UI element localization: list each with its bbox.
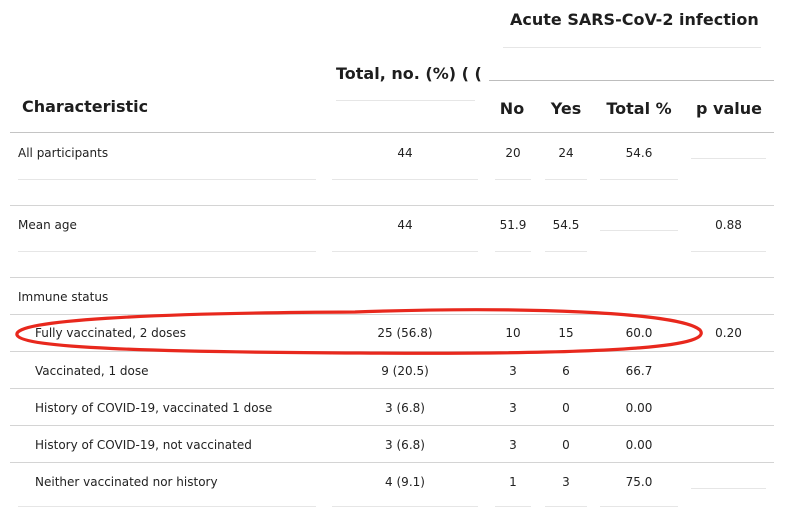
section-label: Immune status [18, 290, 109, 304]
group-header-title: Acute SARS-CoV-2 infection [510, 10, 759, 29]
cell-total: 4 (9.1) [385, 475, 425, 489]
field-underline [18, 179, 316, 180]
cell-yes: 3 [562, 475, 570, 489]
cell-yes: 24 [558, 146, 574, 160]
field-underline [691, 488, 766, 489]
group-header-underline [503, 47, 761, 48]
field-underline [600, 230, 678, 231]
yes-column-header: Yes [550, 99, 582, 118]
cell-total-pct: 0.00 [625, 438, 653, 452]
cell-no: 3 [509, 401, 517, 415]
row-label: History of COVID-19, not vaccinated [35, 438, 252, 452]
cell-p-value: 0.20 [715, 326, 742, 340]
cell-yes: 0 [562, 401, 570, 415]
cell-p-value: 0.88 [715, 218, 742, 232]
row-divider [10, 388, 774, 389]
row-divider [10, 314, 774, 315]
cell-no: 10 [505, 326, 521, 340]
row-divider [10, 425, 774, 426]
cell-no: 3 [509, 438, 517, 452]
field-underline [600, 179, 678, 180]
cell-total: 3 (6.8) [385, 401, 425, 415]
row-label: History of COVID-19, vaccinated 1 dose [35, 401, 273, 415]
field-underline [332, 251, 478, 252]
row-label: Vaccinated, 1 dose [35, 364, 149, 378]
field-underline [600, 506, 678, 507]
cell-yes: 15 [558, 326, 574, 340]
cell-no: 51.9 [499, 218, 527, 232]
field-underline [18, 506, 316, 507]
cell-total: 3 (6.8) [385, 438, 425, 452]
cell-total-pct: 66.7 [625, 364, 653, 378]
row-label: All participants [18, 146, 109, 160]
field-underline [495, 179, 531, 180]
row-divider [10, 277, 774, 278]
cell-total: 25 (56.8) [377, 326, 433, 340]
cell-total: 9 (20.5) [381, 364, 429, 378]
row-divider [10, 462, 774, 463]
field-underline [691, 158, 766, 159]
row-label: Fully vaccinated, 2 doses [35, 326, 187, 340]
field-underline [545, 251, 587, 252]
field-underline [332, 179, 478, 180]
field-underline [495, 251, 531, 252]
total-column-header: Total, no. (%) ( ( [336, 64, 482, 83]
field-underline [495, 506, 531, 507]
cell-total-pct: 60.0 [625, 326, 653, 340]
no-column-header: No [499, 99, 525, 118]
cell-total-pct: 0.00 [625, 401, 653, 415]
header-bottom-rule [10, 132, 774, 133]
cell-total-pct: 54.6 [625, 146, 653, 160]
cell-no: 1 [509, 475, 517, 489]
group-header-rule [489, 80, 774, 81]
total-pct-column-header: Total % [606, 99, 672, 118]
field-underline [332, 506, 478, 507]
cell-total-pct: 75.0 [625, 475, 653, 489]
cell-total: 44 [397, 146, 413, 160]
cell-yes: 54.5 [552, 218, 580, 232]
cell-total: 44 [397, 218, 413, 232]
row-divider [10, 351, 774, 352]
cell-no: 20 [505, 146, 521, 160]
field-underline [545, 179, 587, 180]
field-underline [545, 506, 587, 507]
total-column-header-underline [336, 100, 475, 101]
cell-yes: 0 [562, 438, 570, 452]
field-underline [691, 251, 766, 252]
row-label: Neither vaccinated nor history [35, 475, 218, 489]
row-divider [10, 205, 774, 206]
characteristic-header: Characteristic [22, 97, 149, 116]
row-label: Mean age [18, 218, 77, 232]
p-value-column-header: p value [696, 99, 762, 118]
cell-no: 3 [509, 364, 517, 378]
cell-yes: 6 [562, 364, 570, 378]
field-underline [18, 251, 316, 252]
